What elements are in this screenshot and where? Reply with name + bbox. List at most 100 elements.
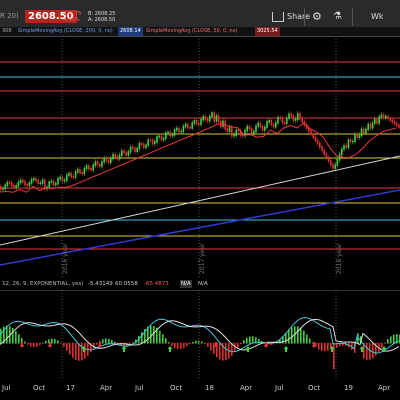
percent-change: -4.95% — [62, 17, 80, 23]
candle — [204, 116, 207, 121]
histogram-bar — [105, 338, 107, 344]
indicator-value-2: 60.0558 — [115, 281, 138, 287]
indicator-na-2: N/A — [198, 281, 208, 287]
share-label: Share — [287, 12, 311, 21]
indicator-params[interactable]: 12, 26, 9, EXPONENTIAL, yes) — [2, 278, 84, 290]
candle — [28, 182, 31, 187]
sma-50-label[interactable]: SimpleMovingAvg (CLOSE, 50, 0, no) — [146, 27, 238, 36]
x-tick-label: Jul — [2, 384, 11, 392]
flask-icon[interactable]: ⚗ — [333, 8, 342, 26]
candle — [88, 165, 90, 170]
candle — [17, 181, 20, 187]
aux-line — [0, 151, 400, 228]
histogram-bar — [60, 342, 62, 344]
histogram-bar — [78, 343, 80, 361]
candle — [301, 117, 303, 123]
histogram-bar — [219, 343, 221, 360]
candle — [173, 129, 176, 136]
candle — [149, 139, 152, 142]
candle — [323, 149, 325, 155]
candle — [136, 147, 138, 152]
candle — [61, 176, 64, 182]
histogram-bar — [288, 329, 290, 344]
candle — [246, 125, 248, 132]
histogram-bar — [171, 343, 173, 346]
candle — [92, 164, 94, 171]
histogram-bar — [183, 343, 185, 348]
sma-200-label[interactable]: SimpleMovingAvg (CLOSE, 200, 0, no) — [18, 27, 113, 36]
histogram-bar — [39, 343, 41, 346]
candle — [41, 179, 44, 184]
histogram-bar — [30, 343, 32, 347]
candle — [387, 115, 389, 120]
candle — [182, 125, 185, 133]
candle — [191, 122, 193, 129]
time-axis: Jul Oct 17 Apr Jul Oct 18 Apr Jul Oct 19 Apr — [0, 378, 400, 400]
candle — [63, 179, 66, 182]
candle — [193, 119, 196, 124]
price-chart[interactable] — [0, 36, 400, 278]
indicator-value-3: -65.4873 — [144, 281, 169, 287]
candle — [391, 119, 394, 123]
candle — [167, 131, 169, 135]
histogram-bar — [240, 343, 242, 345]
candle — [143, 143, 145, 149]
candle — [94, 161, 97, 166]
candle — [198, 122, 200, 126]
candle — [96, 161, 99, 166]
candle — [158, 135, 160, 138]
candle — [156, 135, 158, 143]
timeframe-button[interactable]: Wk — [371, 8, 384, 26]
candle — [101, 161, 103, 167]
ask-price: A: 2608.50 — [88, 17, 116, 23]
candle — [55, 183, 57, 186]
candle — [277, 117, 279, 124]
candle — [99, 163, 101, 167]
toolbar-divider — [352, 8, 353, 26]
candle — [121, 150, 123, 156]
candle — [250, 128, 253, 134]
candle — [138, 143, 141, 150]
histogram-bar — [72, 343, 74, 358]
histogram-bar — [36, 343, 38, 347]
candle — [327, 156, 330, 162]
candle — [231, 126, 233, 137]
histogram-bar — [390, 336, 392, 344]
histogram-bar — [381, 343, 383, 348]
histogram-bar — [0, 328, 2, 344]
candle — [319, 142, 321, 148]
candle — [393, 121, 396, 125]
candle — [257, 122, 259, 127]
histogram-bar — [57, 340, 59, 344]
histogram-bar — [162, 334, 164, 344]
candle — [378, 116, 380, 124]
histogram-bar — [213, 343, 215, 354]
histogram-bar — [174, 343, 176, 348]
year-label-2016: 2016 year — [62, 243, 69, 274]
study-lead-label: 308 — [2, 28, 12, 34]
candle — [105, 157, 108, 162]
candle — [154, 141, 156, 145]
share-icon — [272, 11, 284, 22]
histogram-bar — [12, 327, 14, 344]
candle — [19, 179, 22, 184]
gear-icon[interactable]: ⚙ — [312, 8, 322, 26]
histogram-bar — [111, 339, 113, 344]
candle — [349, 139, 352, 143]
candle — [347, 139, 350, 149]
histogram-bar — [63, 343, 65, 347]
candle — [360, 128, 363, 137]
candle — [270, 119, 273, 126]
histogram-bar — [6, 325, 8, 344]
candle — [22, 179, 24, 183]
candle — [187, 123, 189, 129]
histogram-bar — [393, 334, 395, 344]
candle — [195, 119, 198, 125]
macd-pane[interactable] — [0, 290, 400, 378]
toolbar: R 20) 2608.50 -135.75 -4.95% B: 2608.25 … — [0, 0, 400, 37]
histogram-bar — [333, 343, 335, 370]
ticker-symbol[interactable]: R 20) — [0, 12, 19, 20]
sma-200-value: 2608.14 — [118, 27, 143, 36]
histogram-bar — [42, 342, 44, 344]
candle — [382, 114, 385, 119]
